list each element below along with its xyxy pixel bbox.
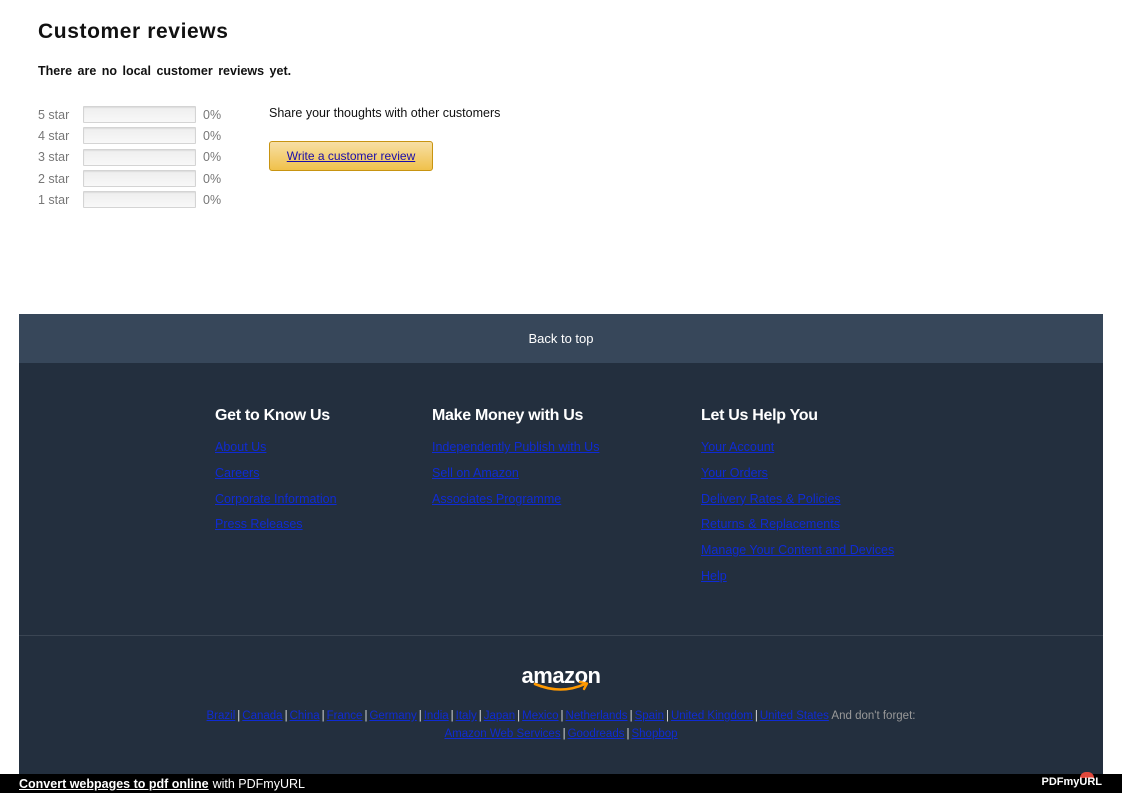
histogram-bar[interactable] [83, 148, 196, 166]
site-footer: Get to Know Us About Us Careers Corporat… [19, 363, 1103, 774]
extra-service-link[interactable]: Goodreads [568, 728, 625, 740]
footer-divider [19, 635, 1103, 636]
reviews-title: Customer reviews [38, 20, 229, 43]
footer-column-help: Let Us Help You Your Account Your Orders… [701, 407, 894, 590]
pdf-suffix-text: with PDFmyURL [212, 776, 305, 791]
convert-pdf-link[interactable]: Convert webpages to pdf online [19, 777, 209, 791]
histogram-row[interactable]: 3 star 0% [38, 147, 221, 168]
histogram-percent: 0% [203, 150, 222, 165]
locale-separator: | [560, 710, 564, 722]
footer-link-returns[interactable]: Returns & Replacements [701, 512, 894, 538]
locale-separator: | [284, 710, 288, 722]
amazon-smile-icon [533, 680, 589, 691]
footer-link-associates[interactable]: Associates Programme [432, 487, 599, 513]
pdfmyurl-logo[interactable]: PDFmyURL [1041, 776, 1102, 788]
histogram-star-label[interactable]: 1 star [38, 193, 83, 207]
locale-links: Brazil | Canada | China | France | Germany | India… [19, 707, 1103, 743]
locale-link[interactable]: India [424, 710, 449, 722]
footer-link-your-orders[interactable]: Your Orders [701, 461, 894, 487]
footer-link-sell[interactable]: Sell on Amazon [432, 461, 599, 487]
no-reviews-message: There are no local customer reviews yet. [38, 64, 292, 78]
locale-separator: | [418, 710, 422, 722]
footer-link-manage-content[interactable]: Manage Your Content and Devices [701, 538, 894, 564]
histogram-bar[interactable] [83, 170, 196, 188]
write-review-button[interactable]: Write a customer review [269, 141, 433, 171]
footer-link-your-account[interactable]: Your Account [701, 435, 894, 461]
histogram-bar[interactable] [83, 127, 196, 145]
footer-link-careers[interactable]: Careers [215, 461, 337, 487]
locale-link[interactable]: United Kingdom [671, 710, 753, 722]
footer-link-publish[interactable]: Independently Publish with Us [432, 435, 599, 461]
locale-separator: | [321, 710, 325, 722]
histogram-star-label[interactable]: 5 star [38, 108, 83, 122]
footer-link-about-us[interactable]: About Us [215, 435, 337, 461]
locale-separator: | [562, 728, 566, 740]
histogram-bar[interactable] [83, 191, 196, 209]
histogram-star-label[interactable]: 3 star [38, 150, 83, 164]
locale-link[interactable]: United States [760, 710, 829, 722]
footer-column-make-money: Make Money with Us Independently Publish… [432, 407, 599, 512]
histogram-percent: 0% [203, 192, 222, 207]
footer-column-title: Let Us Help You [701, 407, 818, 424]
locale-separator: | [478, 710, 482, 722]
dont-forget-text: And don't forget: [831, 710, 916, 722]
locale-link[interactable]: Japan [484, 710, 515, 722]
histogram-percent: 0% [203, 171, 222, 186]
footer-link-corporate-information[interactable]: Corporate Information [215, 487, 337, 513]
locale-separator: | [665, 710, 669, 722]
locale-separator: | [754, 710, 758, 722]
rating-histogram: 5 star 0% 4 star 0% 3 star 0% 2 star 0% 1 star 0% [38, 104, 221, 210]
extra-service-link[interactable]: Amazon Web Services [444, 728, 560, 740]
pdfmyurl-bar: Convert webpages to pdf online with PDFm… [0, 772, 1122, 793]
locale-separator: | [629, 710, 633, 722]
locale-link[interactable]: Netherlands [566, 710, 628, 722]
extra-service-link[interactable]: Shopbop [631, 728, 677, 740]
customer-reviews-section: Customer reviews [38, 20, 738, 44]
histogram-star-label[interactable]: 2 star [38, 172, 83, 186]
locale-link[interactable]: Germany [369, 710, 416, 722]
histogram-bar[interactable] [83, 106, 196, 124]
histogram-percent: 0% [203, 128, 222, 143]
write-review-button-label[interactable]: Write a customer review [287, 149, 415, 163]
locale-link[interactable]: Italy [456, 710, 477, 722]
locale-link[interactable]: Spain [635, 710, 664, 722]
footer-column-title: Make Money with Us [432, 407, 584, 424]
locale-link[interactable]: France [327, 710, 363, 722]
footer-link-press-releases[interactable]: Press Releases [215, 512, 337, 538]
histogram-star-label[interactable]: 4 star [38, 129, 83, 143]
locale-link[interactable]: Brazil [207, 710, 236, 722]
histogram-row[interactable]: 2 star 0% [38, 168, 221, 189]
locale-link[interactable]: Mexico [522, 710, 558, 722]
locale-link[interactable]: Canada [242, 710, 282, 722]
locale-separator: | [450, 710, 454, 722]
back-to-top-button[interactable]: Back to top [19, 314, 1103, 363]
histogram-percent: 0% [203, 107, 222, 122]
share-thoughts-text: Share your thoughts with other customers [269, 106, 501, 120]
footer-link-delivery-rates[interactable]: Delivery Rates & Policies [701, 487, 894, 513]
histogram-row[interactable]: 5 star 0% [38, 104, 221, 125]
footer-column-get-to-know-us: Get to Know Us About Us Careers Corporat… [215, 407, 337, 538]
histogram-row[interactable]: 1 star 0% [38, 189, 221, 210]
footer-column-title: Get to Know Us [215, 407, 330, 424]
locale-link[interactable]: China [290, 710, 320, 722]
footer-link-help[interactable]: Help [701, 564, 894, 590]
amazon-logo[interactable]: amazon [521, 663, 601, 693]
histogram-row[interactable]: 4 star 0% [38, 125, 221, 146]
